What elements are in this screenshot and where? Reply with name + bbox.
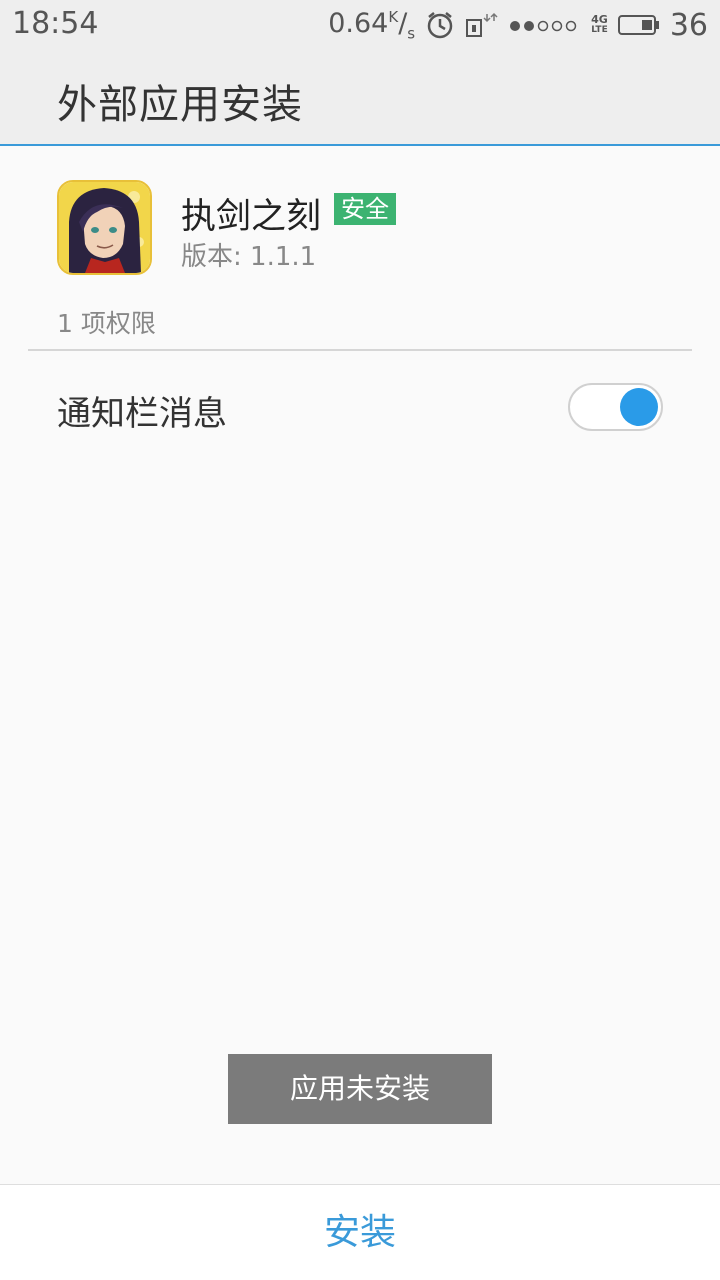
notification-toggle[interactable] <box>568 383 663 431</box>
install-button[interactable]: 安装 <box>0 1185 720 1280</box>
status-icons: 0.64K/s 4G LTE 36 <box>328 6 708 44</box>
network-type-bottom: LTE <box>591 25 608 35</box>
version-number: 1.1.1 <box>250 242 317 272</box>
toast-message: 应用未安装 <box>228 1054 492 1124</box>
network-type: 4G LTE <box>591 14 608 36</box>
alarm-icon <box>425 10 455 40</box>
divider <box>28 349 692 351</box>
network-speed-value: 0.64 <box>328 7 389 39</box>
page-title: 外部应用安装 <box>57 82 303 128</box>
app-name: 执剑之刻 <box>181 197 322 237</box>
safe-badge: 安全 <box>334 193 396 225</box>
status-time: 18:54 <box>12 6 99 41</box>
network-speed-unit-bottom: s <box>407 24 416 43</box>
status-bar: 18:54 0.64K/s 4G LTE 36 <box>0 0 720 50</box>
header: 外部应用安装 <box>0 50 720 146</box>
battery-icon <box>617 13 660 37</box>
network-type-top: 4G <box>591 13 608 26</box>
screen: 18:54 0.64K/s 4G LTE 36 外部应用安装 执剑之刻 安全 版… <box>0 0 720 1280</box>
app-icon <box>57 180 152 275</box>
version-prefix: 版本: <box>181 242 251 272</box>
permission-count: 1 项权限 <box>57 309 156 338</box>
toggle-knob <box>620 388 658 426</box>
permission-item-label: 通知栏消息 <box>57 394 227 434</box>
app-version: 版本: 1.1.1 <box>181 236 316 273</box>
sim-icon <box>465 10 499 40</box>
network-speed: 0.64K/s <box>328 7 416 43</box>
signal-icon <box>509 10 581 40</box>
battery-level: 36 <box>669 7 708 43</box>
network-speed-unit-top: K <box>388 7 399 26</box>
bottom-bar: 安装 <box>0 1184 720 1280</box>
